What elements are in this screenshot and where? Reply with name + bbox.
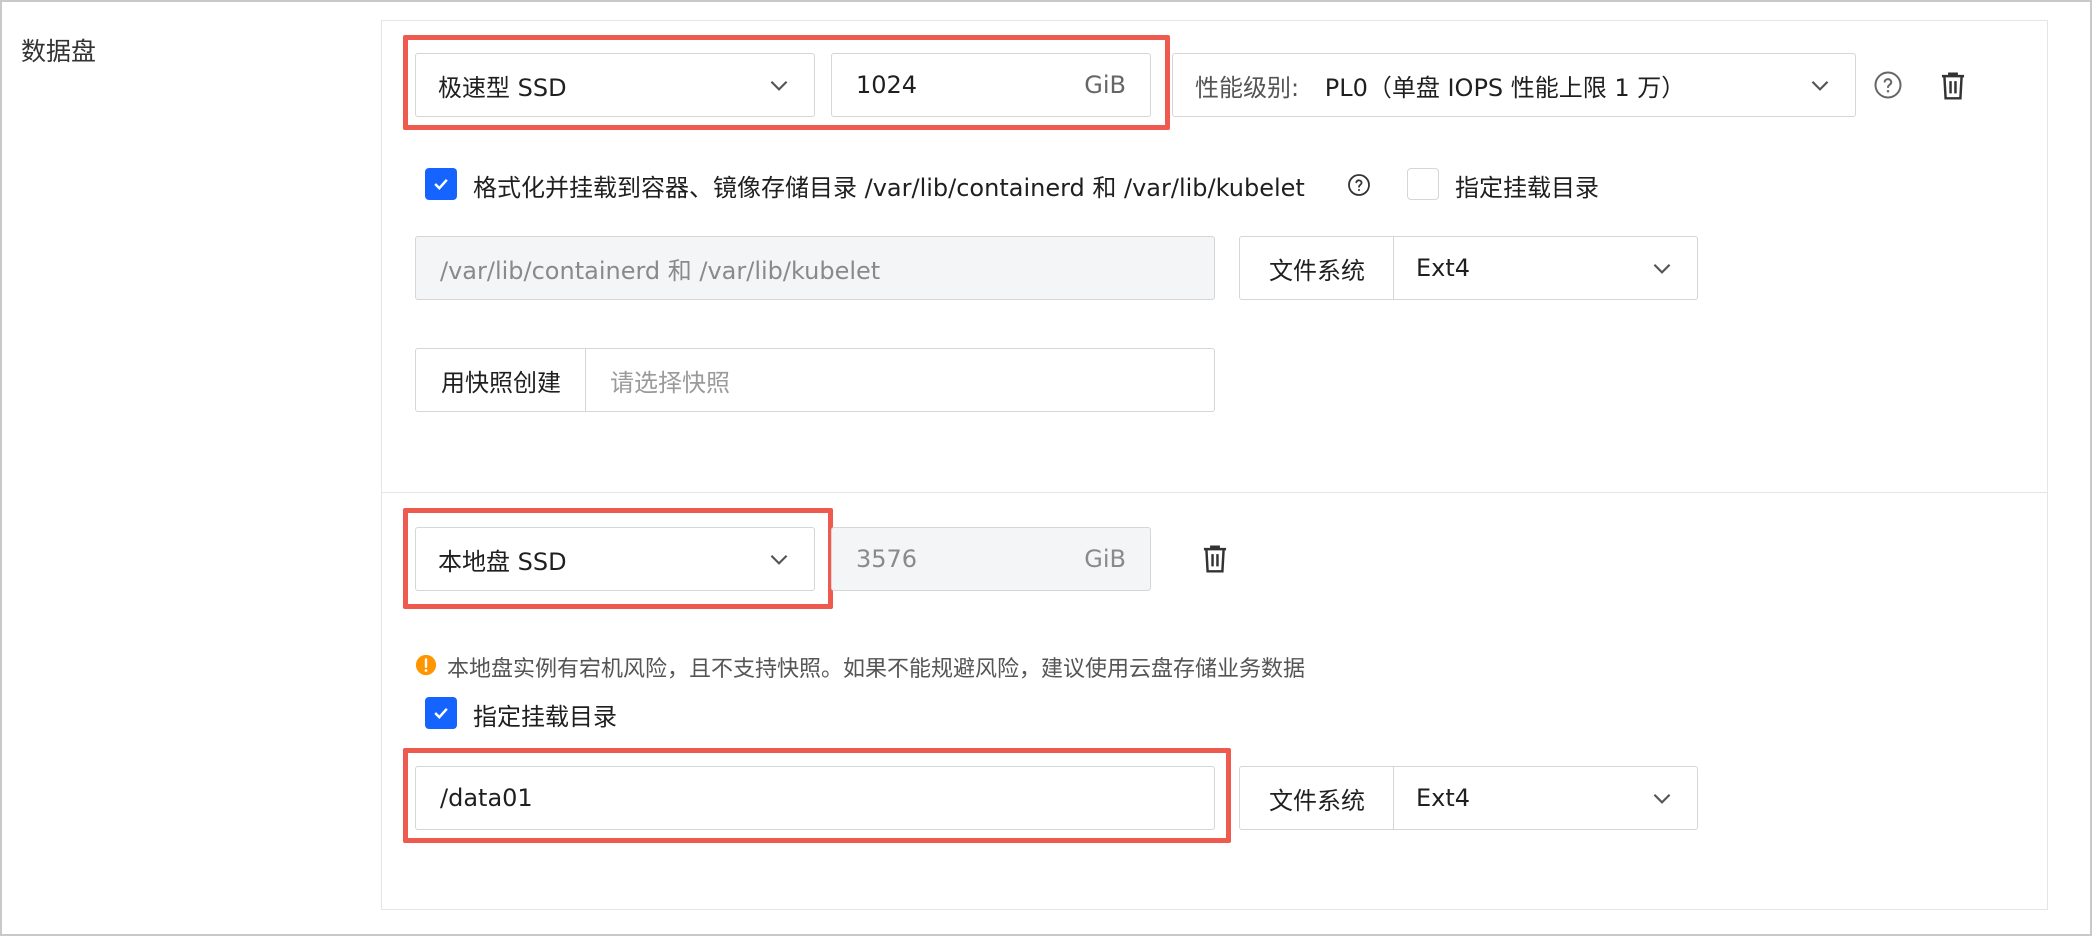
disk2-warning-text: 本地盘实例有宕机风险，且不支持快照。如果不能规避风险，建议使用云盘存储业务数据: [447, 657, 1306, 682]
disk1-delete-button[interactable]: [1935, 68, 1971, 104]
disk2-fs-label: 文件系统: [1239, 766, 1395, 830]
disk2-size-value: 3576: [856, 545, 918, 573]
disk1-type-value: 极速型 SSD: [438, 73, 567, 102]
disk2-mount-path-input[interactable]: /data01: [415, 766, 1215, 830]
disk2-fs-value: Ext4: [1416, 784, 1471, 812]
help-circle-icon: [1348, 174, 1370, 196]
warning-circle-icon: [415, 654, 437, 676]
disk1-perf-value: PL0（单盘 IOPS 性能上限 1 万）: [1324, 73, 1686, 102]
disk2-type-value: 本地盘 SSD: [438, 547, 567, 576]
section-label: 数据盘: [21, 37, 97, 66]
disk1-format-help-icon[interactable]: [1346, 172, 1372, 198]
disk1-mount-path-input[interactable]: /var/lib/containerd 和 /var/lib/kubelet: [415, 236, 1215, 300]
disk1-fs-value: Ext4: [1416, 254, 1471, 282]
disk1-fs-select[interactable]: Ext4: [1393, 236, 1698, 300]
disk2-custom-mount-checkbox[interactable]: [425, 697, 457, 729]
disk-divider: [382, 492, 2047, 493]
disk1-perf-label: 性能级别:: [1195, 73, 1300, 102]
disk1-fs-label: 文件系统: [1239, 236, 1395, 300]
disk1-format-checkbox[interactable]: [425, 168, 457, 200]
chevron-down-icon: [770, 554, 788, 565]
check-icon: [434, 178, 448, 190]
disk2-size-input[interactable]: 3576 GiB: [831, 527, 1151, 591]
disk1-snapshot-label: 用快照创建: [415, 348, 587, 412]
disk1-size-value: 1024: [856, 71, 918, 99]
disk1-snapshot-select[interactable]: 请选择快照: [585, 348, 1215, 412]
disk2-fs-select[interactable]: Ext4: [1393, 766, 1698, 830]
trash-icon: [1941, 72, 1965, 100]
disk1-size-unit: GiB: [1084, 71, 1126, 99]
disk2-mount-path-value: /data01: [440, 784, 533, 812]
chevron-down-icon: [1653, 793, 1671, 804]
disk1-format-label: 格式化并挂载到容器、镜像存储目录 /var/lib/containerd 和 /…: [473, 174, 1305, 202]
disk1-snapshot-placeholder: 请选择快照: [610, 368, 730, 397]
disk1-perf-select[interactable]: 性能级别: PL0（单盘 IOPS 性能上限 1 万）: [1172, 53, 1856, 117]
disk1-size-input[interactable]: 1024 GiB: [831, 53, 1151, 117]
disk2-delete-button[interactable]: [1197, 541, 1233, 577]
disk1-custom-mount-label: 指定挂载目录: [1455, 174, 1599, 202]
chevron-down-icon: [770, 80, 788, 91]
disk1-type-select[interactable]: 极速型 SSD: [415, 53, 815, 117]
disk2-custom-mount-label: 指定挂载目录: [473, 703, 617, 731]
disk1-custom-mount-checkbox[interactable]: [1407, 168, 1439, 200]
disk1-perf-help-icon[interactable]: [1871, 68, 1905, 102]
help-circle-icon: [1874, 71, 1902, 99]
chevron-down-icon: [1811, 80, 1829, 91]
disk2-size-unit: GiB: [1084, 545, 1126, 573]
chevron-down-icon: [1653, 263, 1671, 274]
disk2-type-select[interactable]: 本地盘 SSD: [415, 527, 815, 591]
disk1-mount-path-value: /var/lib/containerd 和 /var/lib/kubelet: [440, 256, 881, 285]
trash-icon: [1203, 545, 1227, 573]
check-icon: [434, 707, 448, 719]
